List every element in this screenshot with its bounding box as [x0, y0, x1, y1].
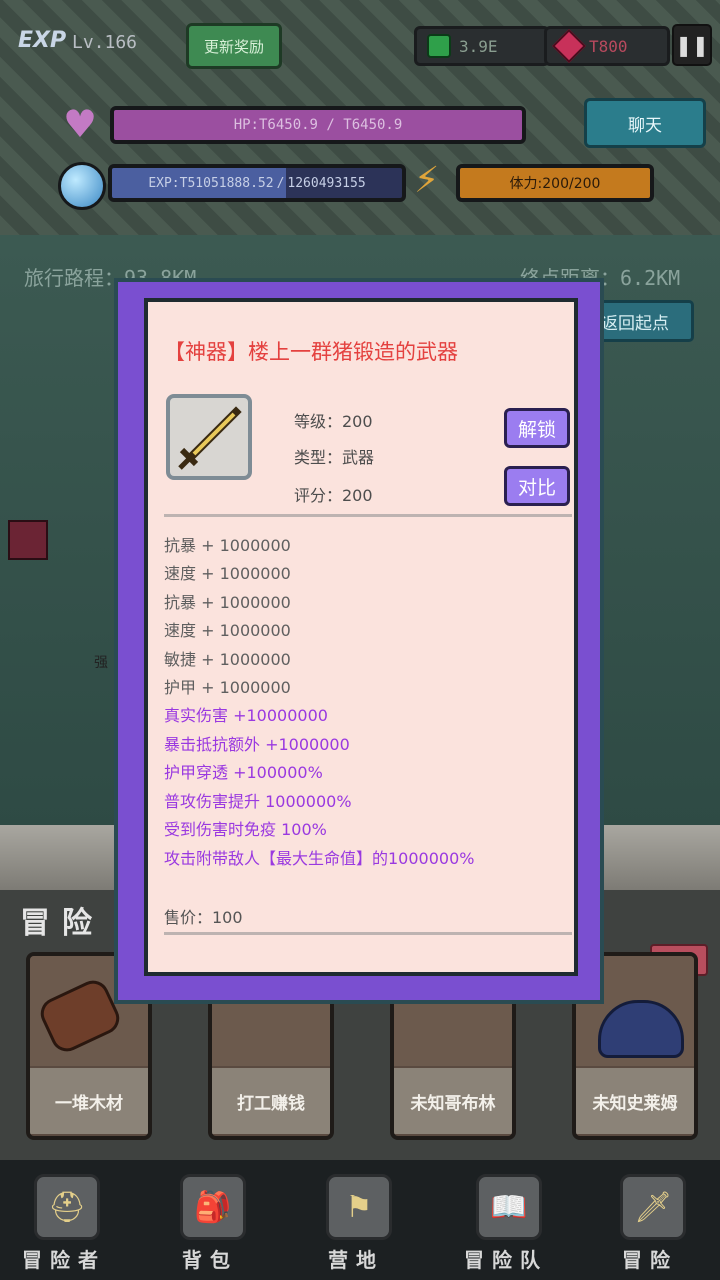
nav-label: 冒险	[622, 1248, 678, 1272]
special-attr-line: 攻击附带敌人【最大生命值】的1000000%	[164, 849, 475, 868]
heart-icon: ♥	[62, 102, 98, 146]
special-attr-line: 真实伤害 +10000000	[164, 706, 328, 725]
item-title: 【神器】楼上一群猪锻造的武器	[164, 340, 458, 364]
update-reward-button[interactable]: 更新奖励	[186, 23, 282, 69]
pause-icon: ❚❚	[675, 33, 709, 57]
item-level: 等级：200	[294, 412, 373, 431]
exp-orb-icon	[58, 162, 106, 210]
compare-button[interactable]: 对比	[504, 466, 570, 506]
helmet-icon: ⛑	[34, 1174, 100, 1240]
nav-adventure[interactable]: 🗡 冒险	[590, 1168, 710, 1274]
item-score: 评分：200	[294, 486, 373, 505]
attr-line: 敏捷 + 1000000	[164, 650, 291, 669]
level-text: Lv.166	[72, 32, 138, 53]
sword-icon: 🗡	[620, 1174, 686, 1240]
item-icon-frame	[166, 394, 252, 480]
divider	[164, 932, 572, 935]
attr-line: 护甲 + 1000000	[164, 678, 291, 697]
card-label: 未知史莱姆	[576, 1068, 694, 1134]
nav-label: 冒险者	[22, 1248, 106, 1272]
special-attr-line: 普攻伤害提升 1000000%	[164, 792, 352, 811]
attr-line: 速度 + 1000000	[164, 621, 291, 640]
item-detail-panel: 【神器】楼上一群猪锻造的武器 等级：200 类型：武器 评分：200 解锁 对比…	[144, 298, 578, 976]
exp-current: EXP:T51051888.52	[148, 175, 274, 191]
item-detail-modal: 【神器】楼上一群猪锻造的武器 等级：200 类型：武器 评分：200 解锁 对比…	[114, 278, 604, 1004]
special-attr-line: 暴击抵抗额外 +1000000	[164, 735, 350, 754]
nav-backpack[interactable]: 🎒 背包	[150, 1168, 270, 1274]
card-label: 一堆木材	[30, 1068, 148, 1134]
item-price: 售价：100	[164, 908, 243, 927]
attr-line: 抗暴 + 1000000	[164, 593, 291, 612]
special-attr-line: 受到伤害时免疫 100%	[164, 820, 327, 839]
attr-line: 速度 + 1000000	[164, 564, 291, 583]
nav-adventurer[interactable]: ⛑ 冒险者	[4, 1168, 124, 1274]
card-label: 未知哥布林	[394, 1068, 512, 1134]
red-gem-icon	[552, 29, 586, 63]
adventure-title: 冒险	[20, 906, 104, 941]
nav-label: 冒险队	[464, 1248, 548, 1272]
chat-button[interactable]: 聊天	[584, 98, 706, 148]
sword-icon	[178, 406, 242, 470]
attr-line: 抗暴 + 1000000	[164, 536, 291, 555]
strong-marker: 强	[94, 655, 108, 671]
hp-bar: HP:T6450.9 / T6450.9	[110, 106, 526, 144]
item-type: 类型：武器	[294, 448, 375, 467]
exp-logo: EXP	[18, 28, 67, 53]
green-gem-icon	[427, 34, 451, 58]
pause-button[interactable]: ❚❚	[672, 24, 712, 66]
green-gem-value: 3.9E	[459, 36, 498, 56]
nav-camp[interactable]: ⚑ 营地	[296, 1168, 416, 1274]
nav-party[interactable]: 📖 冒险队	[446, 1168, 566, 1274]
back-to-start-button[interactable]: 返回起点	[590, 300, 694, 342]
boot-icon	[8, 520, 48, 560]
unlock-button[interactable]: 解锁	[504, 408, 570, 448]
nav-label: 营地	[328, 1248, 384, 1272]
red-gem-counter: T800	[544, 26, 670, 66]
red-gem-value: T800	[589, 36, 628, 56]
special-attr-line: 护甲穿透 +100000%	[164, 763, 323, 782]
card-label: 打工赚钱	[212, 1068, 330, 1134]
divider	[164, 514, 572, 517]
lightning-icon: ⚡	[414, 160, 440, 201]
stamina-bar: 体力:200/200	[456, 164, 654, 202]
nav-label: 背包	[182, 1248, 238, 1272]
backpack-icon: 🎒	[180, 1174, 246, 1240]
banner-icon: ⚑	[326, 1174, 392, 1240]
green-gem-counter: 3.9E	[414, 26, 550, 66]
exp-total: 1260493155	[287, 175, 366, 191]
exp-bar: EXP:T51051888.52 / 1260493155	[108, 164, 406, 202]
book-icon: 📖	[476, 1174, 542, 1240]
